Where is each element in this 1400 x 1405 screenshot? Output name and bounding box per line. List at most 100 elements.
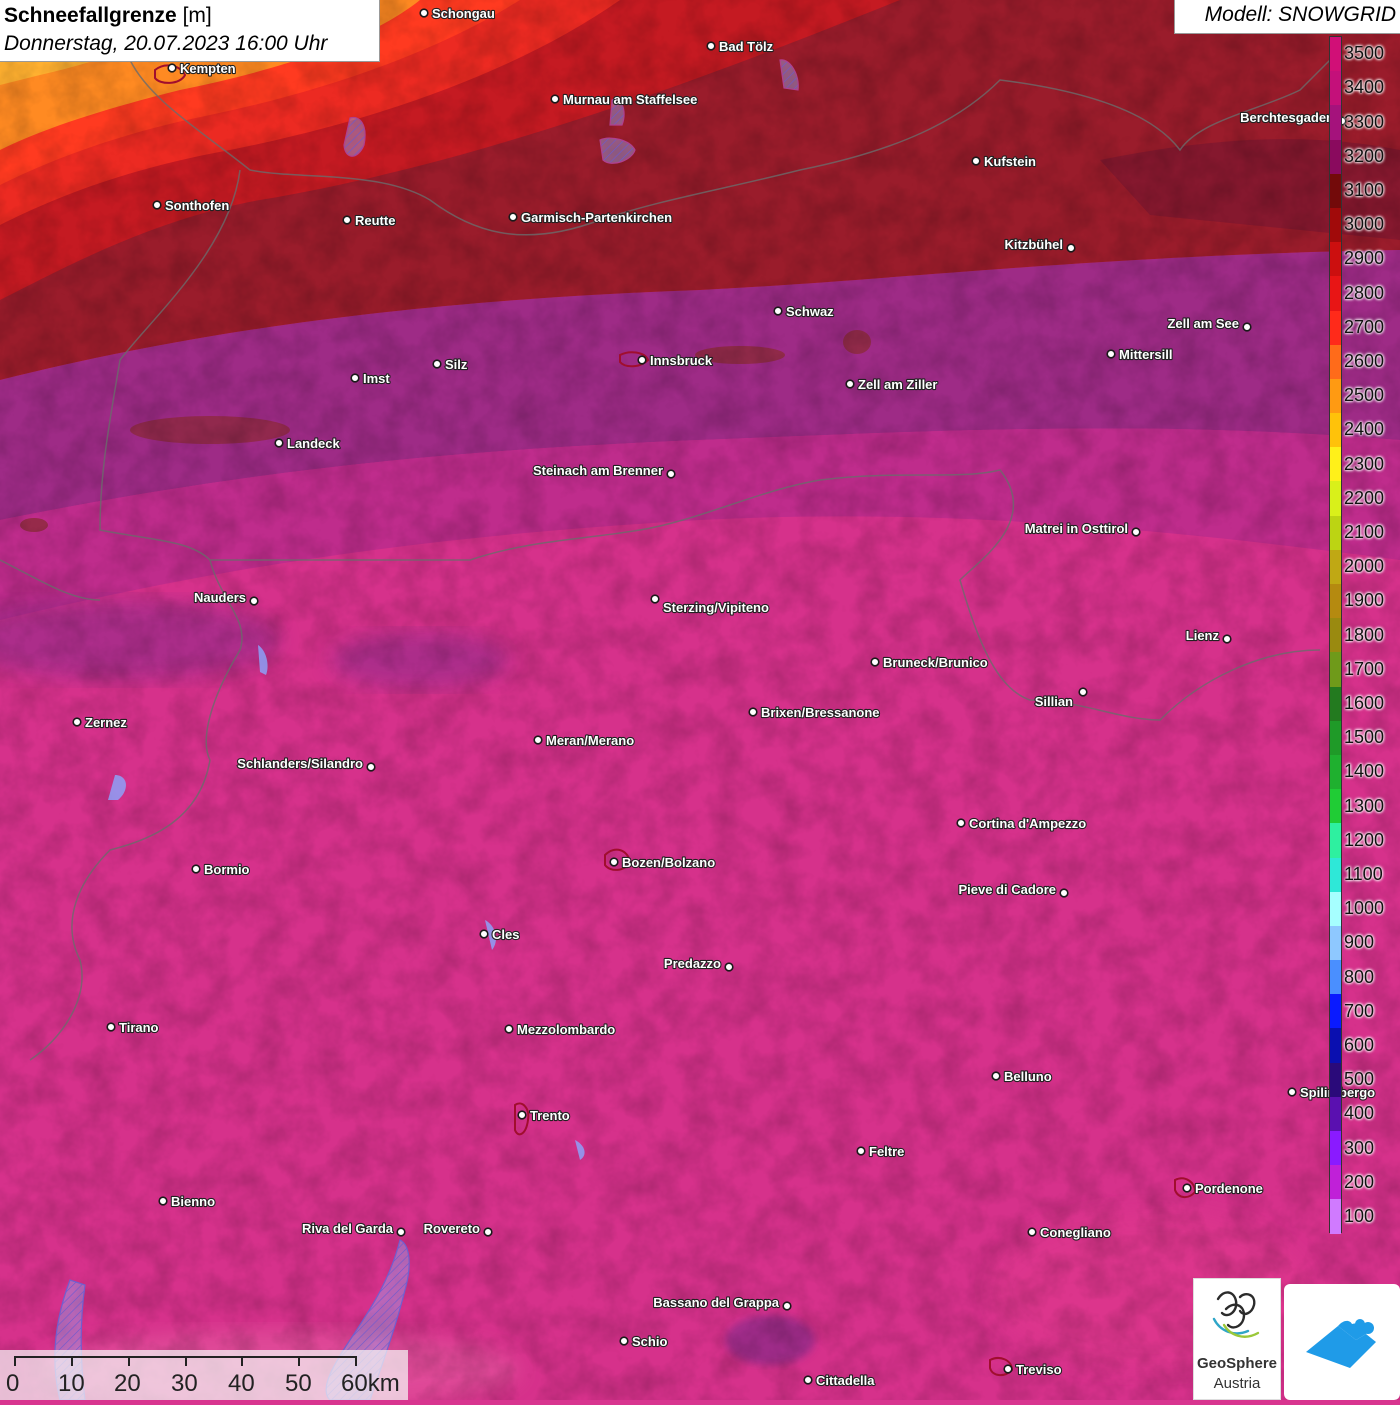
legend-label: 400 xyxy=(1344,1103,1375,1124)
legend-label: 2300 xyxy=(1344,453,1385,474)
app-logo[interactable] xyxy=(1284,1284,1400,1400)
city-label: Kitzbühel xyxy=(1005,237,1064,252)
city-marker: Zell am See xyxy=(1166,315,1252,332)
mountain-app-icon xyxy=(1306,1319,1376,1368)
legend-swatch xyxy=(1330,481,1341,516)
title-datetime: Donnerstag, 20.07.2023 16:00 Uhr xyxy=(4,32,328,55)
city-marker: Garmisch-Partenkirchen xyxy=(508,209,673,226)
legend-label: 1200 xyxy=(1344,829,1385,850)
legend-swatch xyxy=(1330,857,1341,892)
city-dot xyxy=(1066,243,1076,253)
city-dot xyxy=(1078,687,1088,697)
city-dot xyxy=(856,1146,866,1156)
scale-tick xyxy=(355,1356,357,1366)
city-label: Schongau xyxy=(432,6,495,21)
city-label: Feltre xyxy=(869,1144,904,1159)
legend-swatch xyxy=(1330,720,1341,755)
city-label: Sterzing/Vipiteno xyxy=(663,600,769,615)
city-dot xyxy=(1222,634,1232,644)
city-label: Innsbruck xyxy=(650,353,713,368)
legend-label: 2800 xyxy=(1344,282,1385,303)
city-label: Schwaz xyxy=(786,304,834,319)
legend-swatch xyxy=(1330,823,1341,858)
city-dot xyxy=(1106,349,1116,359)
city-dot xyxy=(479,929,489,939)
city-label: Kempten xyxy=(180,61,236,76)
city-marker: Bozen/Bolzano xyxy=(609,854,716,871)
legend-label: 3000 xyxy=(1344,214,1385,235)
city-dot xyxy=(1059,888,1069,898)
city-dot xyxy=(249,596,259,606)
city-dot xyxy=(637,355,647,365)
legend-label: 3300 xyxy=(1344,111,1385,132)
legend-label: 1400 xyxy=(1344,761,1385,782)
city-dot xyxy=(773,306,783,316)
geosphere-logo[interactable]: GeoSphere Austria xyxy=(1193,1278,1281,1400)
city-dot xyxy=(1242,322,1252,332)
city-dot xyxy=(666,469,676,479)
city-dot xyxy=(956,818,966,828)
city-label: Trento xyxy=(530,1108,570,1123)
city-label: Bassano del Grappa xyxy=(653,1295,779,1310)
scale-tick xyxy=(14,1356,16,1366)
city-label: Rovereto xyxy=(424,1221,480,1236)
city-dot xyxy=(274,438,284,448)
city-dot xyxy=(803,1375,813,1385)
city-dot xyxy=(366,762,376,772)
title-parameter: Schneefallgrenze [m] xyxy=(4,2,375,30)
legend-label: 1300 xyxy=(1344,795,1385,816)
city-label: Mezzolombardo xyxy=(517,1022,615,1037)
scale-label: 0 xyxy=(6,1370,20,1397)
legend-label: 2100 xyxy=(1344,521,1385,542)
title-main: Schneefallgrenze xyxy=(4,4,177,27)
legend-swatch xyxy=(1330,276,1341,311)
legend-label: 1000 xyxy=(1344,898,1385,919)
city-label: Garmisch-Partenkirchen xyxy=(521,210,672,225)
legend-swatch xyxy=(1330,139,1341,174)
legend-label: 2900 xyxy=(1344,248,1385,269)
scale-tick xyxy=(241,1356,243,1366)
city-label: Pordenone xyxy=(1195,1181,1263,1196)
city-dot xyxy=(748,707,758,717)
legend-label: 700 xyxy=(1344,1000,1375,1021)
title-unit: [m] xyxy=(182,4,212,27)
city-dot xyxy=(991,1071,1001,1081)
colour-legend: 3500 3400 3300 3200 3100 3000 2900 2800 2700 2600… xyxy=(1329,36,1400,1234)
city-marker: Meran/Merano xyxy=(533,732,635,749)
snowfall-line-map: Schongau Bad Tölz Kempten Murnau am Staffel… xyxy=(0,0,1400,1400)
legend-swatch xyxy=(1330,686,1341,721)
legend-swatch xyxy=(1330,1096,1341,1131)
city-dot xyxy=(432,359,442,369)
city-label: Matrei in Osttirol xyxy=(1025,521,1128,536)
city-dot xyxy=(1131,527,1141,537)
legend-label: 800 xyxy=(1344,966,1375,987)
legend-swatch xyxy=(1330,242,1341,277)
legend-label: 900 xyxy=(1344,932,1375,953)
city-label: Mittersill xyxy=(1119,347,1172,362)
legend-swatch xyxy=(1330,1062,1341,1097)
geosphere-name: GeoSphere xyxy=(1196,1355,1278,1372)
city-dot xyxy=(152,200,162,210)
city-dot xyxy=(533,735,543,745)
legend-swatch xyxy=(1330,1199,1341,1234)
legend-swatch xyxy=(1330,994,1341,1029)
legend-label: 3500 xyxy=(1344,43,1385,64)
city-dot xyxy=(782,1301,792,1311)
city-label: Sillian xyxy=(1035,694,1073,709)
city-dot xyxy=(870,657,880,667)
city-dot xyxy=(167,63,177,73)
legend-swatch xyxy=(1330,413,1341,448)
city-label: Bormio xyxy=(204,862,250,877)
legend-swatch xyxy=(1330,652,1341,687)
city-label: Zernez xyxy=(85,715,127,730)
city-dot xyxy=(191,864,201,874)
city-label: Nauders xyxy=(194,590,246,605)
scale-label: 20 xyxy=(114,1370,141,1397)
city-label: Schlanders/Silandro xyxy=(237,756,363,771)
scale-label: 10 xyxy=(58,1370,85,1397)
city-marker: Schongau xyxy=(419,5,496,22)
city-marker: Schlanders/Silandro xyxy=(236,755,376,772)
city-label: Zell am See xyxy=(1167,316,1239,331)
city-label: Tirano xyxy=(119,1020,159,1035)
city-label: Treviso xyxy=(1016,1362,1062,1377)
